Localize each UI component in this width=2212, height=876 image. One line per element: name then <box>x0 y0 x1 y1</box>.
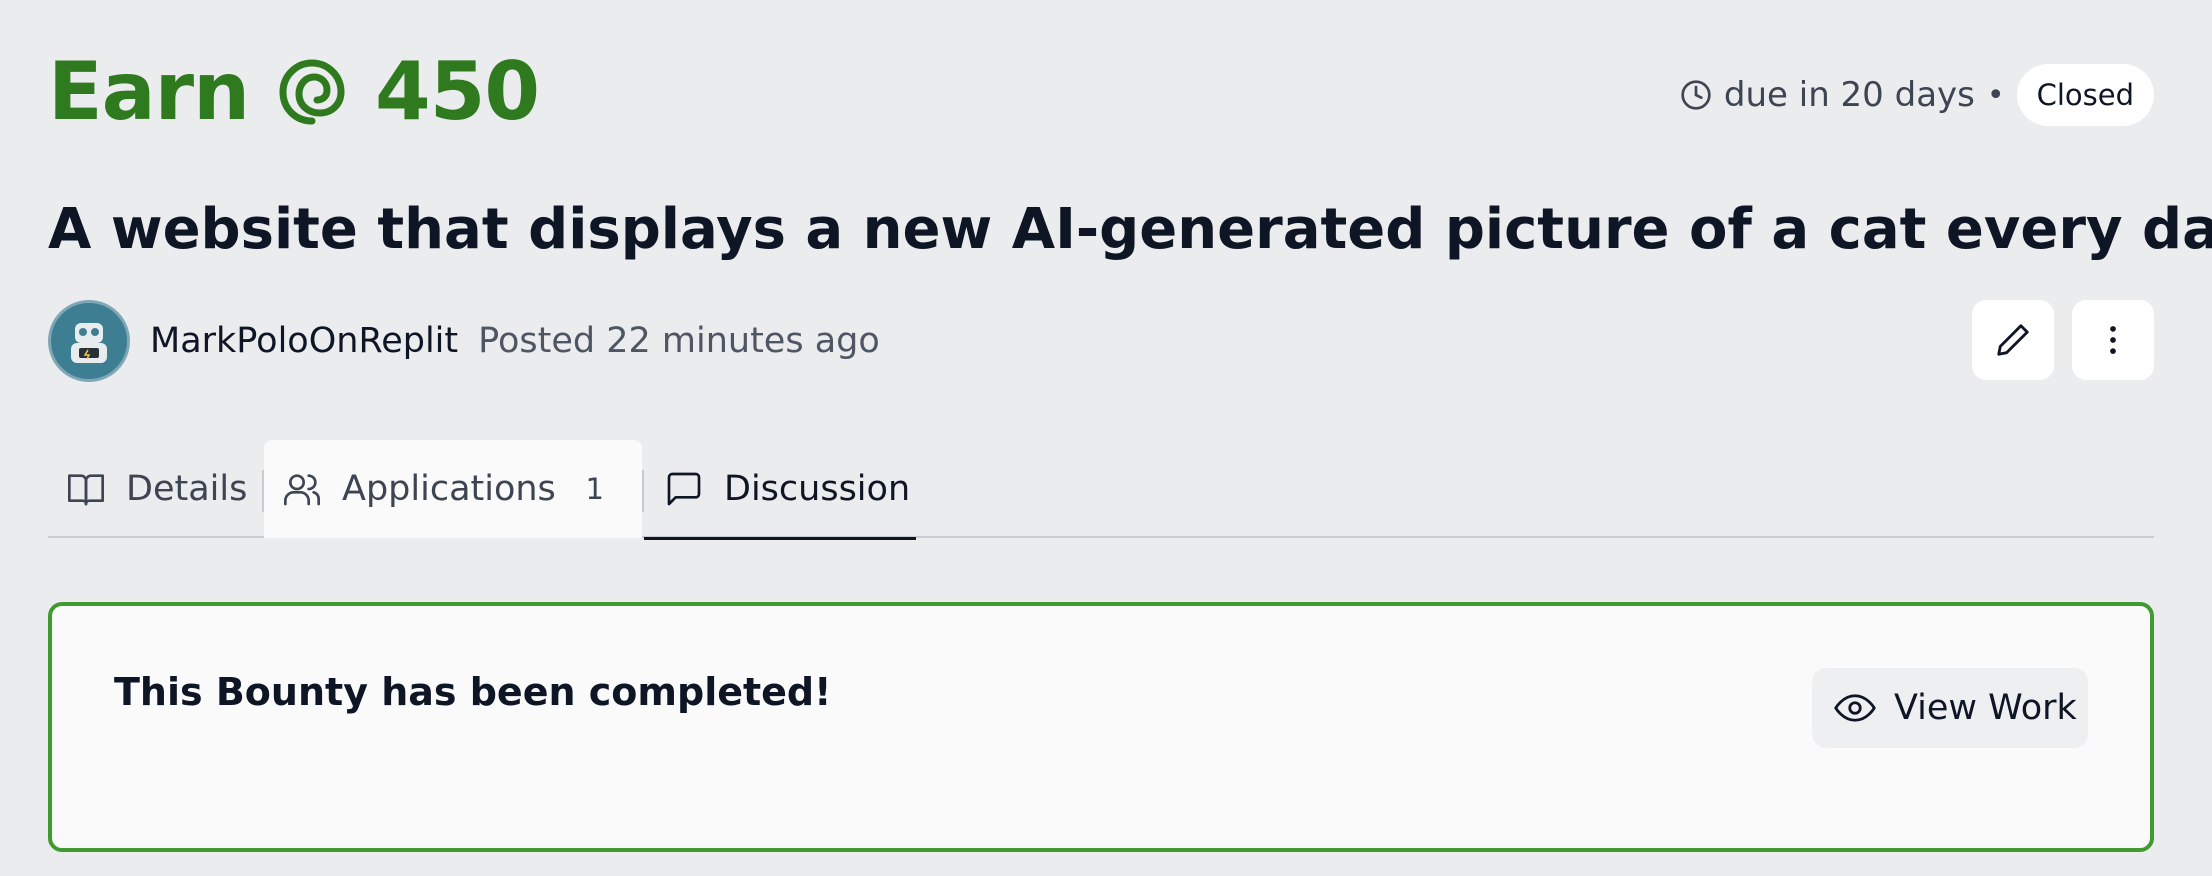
status-badge: Closed <box>2016 64 2154 126</box>
bounty-title: A website that displays a new AI-generat… <box>48 197 2212 262</box>
tab-details[interactable]: Details <box>66 440 247 538</box>
view-work-label: View Work <box>1894 688 2077 728</box>
bounty-actions <box>1972 300 2154 380</box>
cycles-spiral-icon <box>275 55 349 129</box>
tab-discussion[interactable]: Discussion <box>644 440 916 540</box>
avatar[interactable] <box>48 300 130 382</box>
completion-message: This Bounty has been completed! <box>114 670 832 714</box>
tab-discussion-label: Discussion <box>724 468 911 509</box>
author-row: MarkPoloOnReplit Posted 22 minutes ago <box>48 300 880 382</box>
bounty-status: due in 20 days • Closed <box>1680 64 2154 126</box>
eye-icon <box>1834 694 1876 722</box>
reward-amount: 450 <box>375 45 540 138</box>
completion-card: This Bounty has been completed! View Wor… <box>48 602 2154 852</box>
applications-count: 1 <box>585 472 604 506</box>
edit-button[interactable] <box>1972 300 2054 380</box>
bounty-reward: Earn 450 <box>48 40 540 144</box>
earn-label: Earn <box>48 45 250 138</box>
author-name[interactable]: MarkPoloOnReplit <box>150 321 458 361</box>
more-vertical-icon <box>2110 326 2116 354</box>
tab-applications-label: Applications <box>342 469 556 509</box>
tab-applications[interactable]: Applications 1 <box>264 440 642 538</box>
bounty-tabs: Details Applications 1 Discussion <box>48 440 2154 540</box>
more-options-button[interactable] <box>2072 300 2154 380</box>
due-text: due in 20 days <box>1723 75 1975 115</box>
tab-details-label: Details <box>126 469 248 509</box>
view-work-button[interactable]: View Work <box>1812 668 2088 748</box>
users-icon <box>284 474 320 506</box>
separator-dot: • <box>1986 77 2005 113</box>
pencil-icon <box>1997 324 2029 356</box>
clock-icon <box>1680 79 1712 111</box>
robot-avatar-icon <box>71 323 107 363</box>
message-square-icon <box>667 472 701 505</box>
bounty-page: Earn 450 due in 20 days • Closed A websi… <box>0 0 2212 876</box>
book-open-icon <box>68 474 104 506</box>
posted-time: Posted 22 minutes ago <box>478 321 880 361</box>
